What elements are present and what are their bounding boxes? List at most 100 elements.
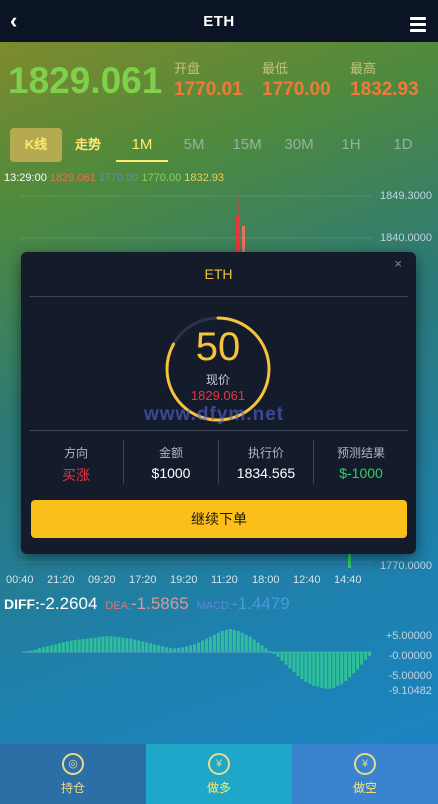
macd-bar xyxy=(324,652,328,689)
macd-bar xyxy=(220,630,224,653)
macd-bar xyxy=(368,652,371,656)
x-axis-label: 12:40 xyxy=(293,574,321,586)
back-icon[interactable]: ‹ xyxy=(10,8,17,34)
macd-bar xyxy=(320,652,324,688)
x-axis-label: 18:00 xyxy=(252,574,280,586)
menu-icon[interactable] xyxy=(410,17,426,35)
continue-order-button[interactable]: 继续下单 xyxy=(31,500,407,538)
detail-label: 方向 xyxy=(63,446,88,460)
current-price-label: 现价 xyxy=(205,373,230,387)
stat-open: 开盘 1770.01 xyxy=(174,58,243,101)
stat-label: 最高 xyxy=(350,61,377,76)
macd-bar xyxy=(73,640,77,653)
ohlc-low: 1770.00 xyxy=(141,172,182,184)
x-axis-label: 11:20 xyxy=(211,574,238,586)
macd-bar xyxy=(189,645,193,653)
macd-bar xyxy=(340,652,344,684)
macd-bar xyxy=(109,636,113,653)
tab-trend[interactable]: 走势 xyxy=(66,128,110,162)
positions-button[interactable]: ◎ 持仓 xyxy=(0,744,146,804)
x-axis-label: 00:40 xyxy=(6,574,34,586)
countdown-number: 50 xyxy=(195,325,241,369)
candle-body xyxy=(236,216,240,252)
ohlc-open: 1829.061 xyxy=(49,172,96,184)
tab-1m[interactable]: 1M xyxy=(116,128,168,162)
macd-bar xyxy=(129,638,133,653)
ohlc-readout: 13:29:00 1829.061 1770.00 1770.00 1832.9… xyxy=(4,172,224,184)
watermark: www.dfym.net xyxy=(144,404,285,425)
macd-bar xyxy=(364,652,368,660)
macd-bar xyxy=(256,642,260,653)
detail-label: 执行价 xyxy=(247,446,284,460)
macd-bar xyxy=(65,641,69,653)
candle-body xyxy=(348,552,351,568)
detail-exec-price: 执行价 1834.565 xyxy=(219,440,314,484)
macd-bar xyxy=(93,637,97,653)
macd-bar xyxy=(33,649,37,653)
macd-bar xyxy=(81,639,85,653)
y-axis-label: 1840.0000 xyxy=(380,232,432,244)
macd-bar xyxy=(204,638,208,653)
buy-long-label: 做多 xyxy=(206,780,231,795)
current-price-value: 1829.061 xyxy=(190,388,246,403)
macd-bar xyxy=(232,629,236,653)
macd-chart xyxy=(22,628,372,689)
x-axis-label: 09:20 xyxy=(88,574,116,586)
yen-up-icon: ¥ xyxy=(208,752,230,775)
macd-bar xyxy=(352,652,356,674)
macd-bar xyxy=(61,642,65,653)
dea-value: -1.5865 xyxy=(131,594,189,613)
stat-value: 1770.01 xyxy=(174,79,243,100)
chart-tabs: K线 走势 1M 5M 15M 30M 1H 1D xyxy=(0,128,438,164)
macd-bar xyxy=(332,652,336,688)
ohlc-time: 13:29:00 xyxy=(4,172,47,184)
positions-label: 持仓 xyxy=(60,780,85,795)
buy-long-button[interactable]: ¥ 做多 xyxy=(146,744,292,804)
detail-label: 预测结果 xyxy=(336,446,385,460)
detail-amount: 金额 $1000 xyxy=(124,440,219,484)
macd-bar xyxy=(133,639,137,653)
macd-bar xyxy=(252,639,256,653)
macd-bar xyxy=(208,636,212,653)
macd-bar xyxy=(181,647,185,653)
tab-5m[interactable]: 5M xyxy=(172,128,216,162)
macd-bar xyxy=(97,637,101,653)
macd-bar xyxy=(69,640,73,653)
coins-icon: ◎ xyxy=(62,752,84,775)
macd-bar xyxy=(173,648,177,653)
tab-1h[interactable]: 1H xyxy=(332,128,370,162)
macd-bar xyxy=(316,652,320,687)
yen-down-icon: ¥ xyxy=(354,752,376,775)
macd-bar xyxy=(121,637,125,653)
macd-bar xyxy=(240,632,244,653)
ohlc-close: 1832.93 xyxy=(184,172,225,184)
macd-axis-label: -5.00000 xyxy=(388,670,432,682)
macd-bar xyxy=(193,644,196,653)
sell-short-label: 做空 xyxy=(352,780,377,795)
tab-30m[interactable]: 30M xyxy=(276,128,322,162)
ohlc-high: 1770.00 xyxy=(98,172,139,184)
macd-bar xyxy=(49,645,53,653)
candle-body xyxy=(242,226,245,254)
x-axis-label: 21:20 xyxy=(47,574,75,586)
stat-label: 开盘 xyxy=(174,61,201,76)
macd-bar xyxy=(85,638,89,653)
tab-kline[interactable]: K线 xyxy=(10,128,62,162)
stat-high: 最高 1832.93 xyxy=(350,58,419,101)
macd-bar xyxy=(288,652,292,669)
macd-bar xyxy=(280,652,284,661)
detail-value: 1834.565 xyxy=(236,465,296,481)
macd-bar xyxy=(216,632,220,653)
tab-15m[interactable]: 15M xyxy=(224,128,270,162)
macd-bar xyxy=(105,636,109,653)
tab-1d[interactable]: 1D xyxy=(384,128,422,162)
macd-bar xyxy=(197,642,200,653)
macd-bar xyxy=(165,647,169,653)
macd-bar xyxy=(228,628,232,653)
macd-bar xyxy=(53,644,57,653)
macd-bar xyxy=(161,646,165,653)
sell-short-button[interactable]: ¥ 做空 xyxy=(292,744,438,804)
macd-bar xyxy=(157,645,161,653)
macd-bar xyxy=(29,650,33,653)
detail-label: 金额 xyxy=(158,446,183,460)
